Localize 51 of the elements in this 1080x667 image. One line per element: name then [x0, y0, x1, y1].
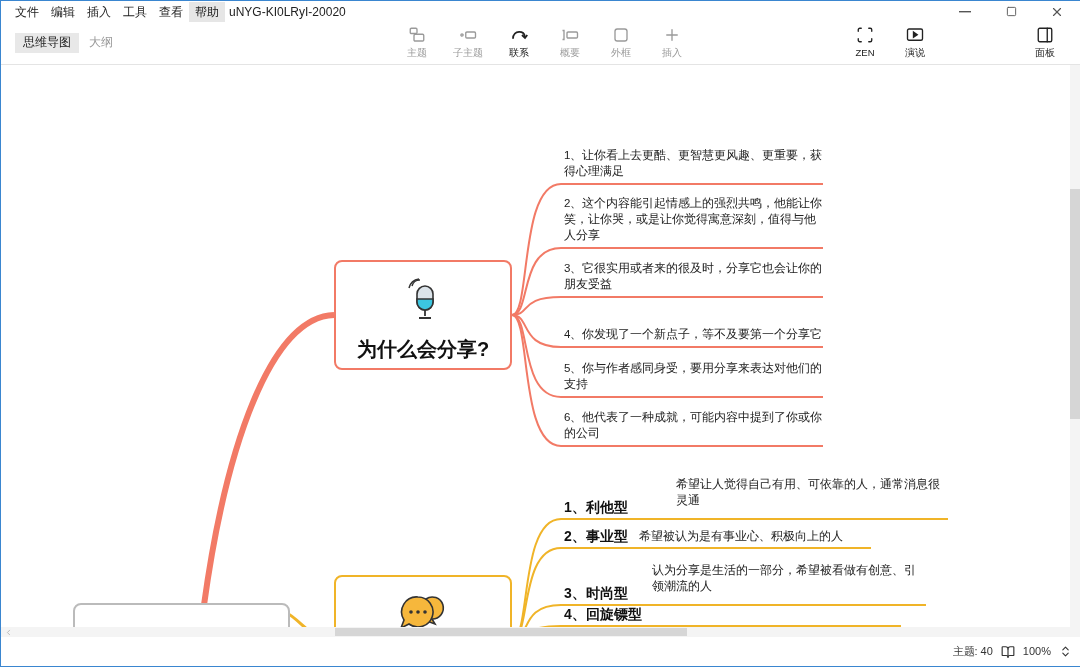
- topic-title: 为什么会分享?: [356, 337, 490, 362]
- subtopic-text: 6、他代表了一种成就，可能内容中提到了你或你的公司: [564, 410, 823, 441]
- topic-node[interactable]: 为什么会分享?: [334, 260, 512, 370]
- subtopic-node[interactable]: 2、事业型 希望被认为是有事业心、积极向上的人: [561, 520, 871, 549]
- subtopic-node[interactable]: 5、你与作者感同身受，要用分享来表达对他们的支持: [561, 348, 823, 398]
- subtopic-node[interactable]: 1、让你看上去更酷、更智慧更风趣、更重要，获得心理满足: [561, 85, 823, 185]
- subtopic-text: 2、这个内容能引起情感上的强烈共鸣，他能让你笑，让你哭，或是让你觉得寓意深刻，值得与他人分享: [564, 196, 823, 243]
- subtopic-node[interactable]: 6、他代表了一种成就，可能内容中提到了你或你的公司: [561, 398, 823, 447]
- view-tab[interactable]: 思维导图: [15, 33, 79, 53]
- toolbar-button[interactable]: 演说: [890, 25, 940, 61]
- subtopic-text: 3、它很实用或者来的很及时，分享它也会让你的朋友受益: [564, 261, 823, 292]
- fullscreen-icon: [856, 25, 874, 44]
- menu-item[interactable]: 工具: [117, 1, 153, 22]
- subtopic-text: 认为分享是生活的一部分，希望被看做有创意、引领潮流的人: [652, 563, 917, 594]
- subtopic-node[interactable]: 3、时尚型 认为分享是生活的一部分，希望被看做有创意、引领潮流的人: [561, 565, 926, 606]
- subtopic-text: 希望让人觉得自己有用、可依靠的人，通常消息很灵通: [676, 477, 941, 508]
- subtopic-label: 4、回旋镖型: [564, 606, 643, 624]
- subtopic-label: 2、事业型: [564, 528, 629, 546]
- play-screen-icon: [906, 25, 924, 44]
- subtopic-text: 5、你与作者感同身受，要用分享来表达对他们的支持: [564, 361, 823, 392]
- topic-icon: [407, 25, 426, 44]
- zoom-stepper-icon[interactable]: [1059, 645, 1072, 658]
- menu-item[interactable]: 插入: [81, 1, 117, 22]
- scrollbar-thumb[interactable]: [1070, 189, 1080, 419]
- window-title: uNYG-KI0LRyI-20020: [229, 3, 346, 21]
- subtopic-text: 1、让你看上去更酷、更智慧更风趣、更重要，获得心理满足: [564, 148, 823, 179]
- book-icon[interactable]: [1000, 644, 1015, 659]
- toolbar-button[interactable]: ZEN: [840, 25, 890, 61]
- subtopic-node[interactable]: 3、它很实用或者来的很及时，分享它也会让你的朋友受益: [561, 249, 823, 298]
- horizontal-scrollbar[interactable]: [1, 627, 1080, 637]
- topic-count: 主题: 40: [952, 644, 993, 660]
- toolbar-button[interactable]: 联系: [493, 25, 544, 61]
- menu-item[interactable]: 查看: [153, 1, 189, 22]
- maximize-icon: [1005, 6, 1017, 17]
- minimize-icon: [959, 10, 971, 13]
- zoom-level[interactable]: 100%: [1022, 643, 1051, 660]
- subtopic-node[interactable]: 4、你发现了一个新点子，等不及要第一个分享它: [561, 298, 823, 348]
- vertical-scrollbar[interactable]: [1070, 65, 1080, 627]
- subtopic-text: 4、你发现了一个新点子，等不及要第一个分享它: [564, 327, 823, 342]
- subtopic-label: 3、时尚型: [564, 585, 629, 603]
- menu-item[interactable]: 文件: [9, 1, 45, 22]
- toolbar-button[interactable]: 面板: [1020, 25, 1070, 61]
- boundary-icon: [611, 25, 630, 44]
- panel-icon: [1036, 25, 1054, 44]
- subtopic-text: 希望被认为是有事业心、积极向上的人: [639, 529, 845, 544]
- scrollbar-thumb[interactable]: [335, 628, 687, 636]
- menu-item[interactable]: 帮助: [189, 1, 225, 22]
- subtopic-label: 1、利他型: [564, 499, 629, 517]
- subtopic-node[interactable]: 2、这个内容能引起情感上的强烈共鸣，他能让你笑，让你哭，或是让你觉得寓意深刻，值得与他人分享: [561, 185, 823, 249]
- menu-item[interactable]: 编辑: [45, 1, 81, 22]
- subtopic-node[interactable]: 1、利他型 希望让人觉得自己有用、可依靠的人，通常消息很灵通: [561, 479, 948, 520]
